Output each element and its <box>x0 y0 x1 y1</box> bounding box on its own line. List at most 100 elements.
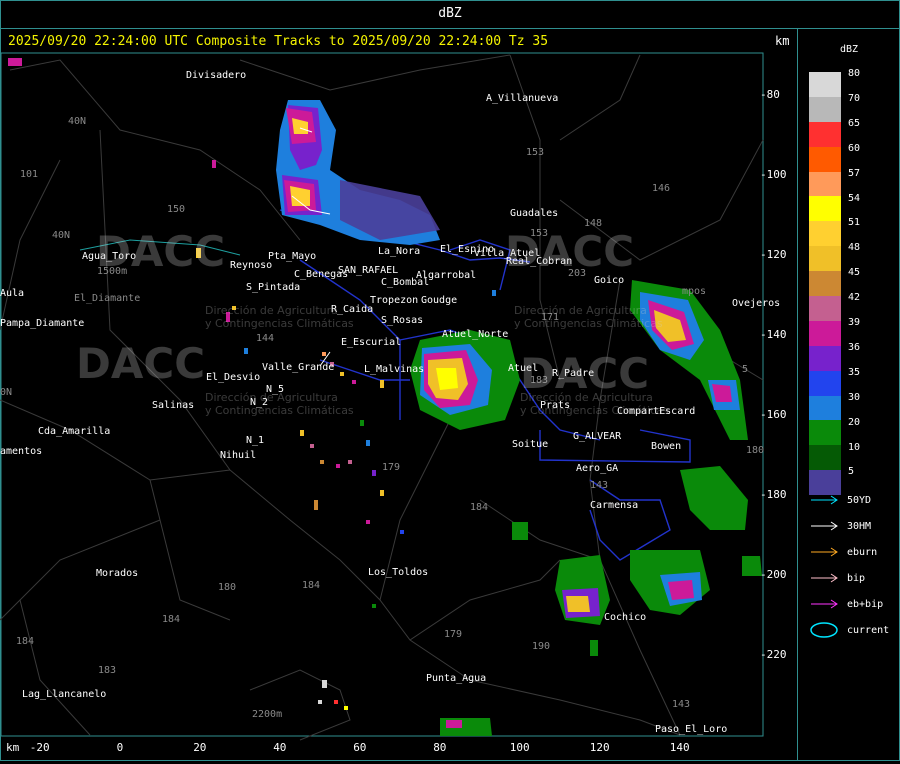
dbz-swatch <box>809 171 841 197</box>
road-number-label: 40N <box>68 116 87 127</box>
dbz-value-label: 10 <box>848 441 861 453</box>
dbz-value-label: 5 <box>848 466 855 478</box>
storm-cell-north[interactable] <box>276 100 440 245</box>
track-legend-label: current <box>847 624 890 636</box>
y-tick-label: -80 <box>760 88 780 101</box>
dbz-swatch <box>809 320 841 346</box>
y-tick-label: -120 <box>760 248 787 261</box>
track-legend-label: eburn <box>847 546 878 558</box>
watermark-logo: DACC <box>505 227 635 276</box>
radar-map-canvas <box>0 52 764 741</box>
dbz-swatch <box>809 221 841 247</box>
watermark-logo: DACC <box>96 227 226 276</box>
x-tick-label: 80 <box>433 741 447 754</box>
place-label: Cochico <box>604 612 647 623</box>
road-number-label: 183 <box>98 665 117 676</box>
watermark-logo: DACC <box>76 339 206 388</box>
track-legend-label: eb+bip <box>847 598 884 610</box>
road-number-label: 101 <box>20 169 39 180</box>
place-label: Tropezon <box>370 295 419 306</box>
dbz-value-label: 45 <box>848 267 861 279</box>
dbz-swatch <box>809 296 841 321</box>
road-number-label: 5 <box>742 364 749 375</box>
dbz-swatch <box>809 96 841 122</box>
y-tick-label: -180 <box>760 488 787 501</box>
x-tick-label: 100 <box>509 741 530 754</box>
storm-cell-central[interactable] <box>410 330 520 430</box>
place-label: Atuel_Norte <box>442 329 509 340</box>
road-number-label: El_Diamante <box>74 293 141 304</box>
place-label: Salinas <box>152 400 195 411</box>
place-label: Valle_Grande <box>262 362 335 373</box>
place-label: Bowen <box>651 441 682 452</box>
watermark-2: DACC <box>505 227 634 276</box>
legend-separator <box>797 29 798 760</box>
place-label: E_Escurial <box>341 337 402 348</box>
place-label: La_Nora <box>378 246 421 257</box>
dbz-swatch <box>809 420 841 446</box>
x-tick-label: 20 <box>193 741 207 754</box>
storm-cell-southeast[interactable] <box>512 466 762 625</box>
radar-map[interactable]: Divisadero A_Villanueva Guadales Agua_Toro R… <box>0 29 797 760</box>
place-label: Aero_GA <box>576 463 619 474</box>
place-label: Algarrobal <box>416 270 477 281</box>
place-label: Pta_Mayo <box>268 251 317 262</box>
place-label: Carmensa <box>590 500 639 511</box>
watermark-3: DACC <box>76 339 205 388</box>
dbz-swatch <box>809 345 841 371</box>
dbz-value-label: 60 <box>848 142 861 154</box>
track-legend-label: bip <box>847 572 866 584</box>
place-label: Los_Toldos <box>368 567 429 578</box>
dbz-value-label: 57 <box>848 167 861 179</box>
y-tick-label: -140 <box>760 328 787 341</box>
x-tick-label: -20 <box>29 741 50 754</box>
road-number-label: 190 <box>532 641 551 652</box>
dbz-swatch <box>809 271 841 297</box>
track-arrow-icon <box>811 547 838 557</box>
road-number-label: 40N <box>52 230 71 241</box>
x-tick-label: 60 <box>353 741 367 754</box>
composite-tracks-subtitle: 2025/09/20 22:24:00 UTC Composite Tracks… <box>8 34 549 49</box>
place-label: L_Malvinas <box>364 364 425 375</box>
road-number-label: 184 <box>302 580 321 591</box>
km-unit-top: km <box>775 34 790 48</box>
panel-title: dBZ <box>0 0 900 29</box>
watermark-1: DACC <box>96 227 225 276</box>
track-legend-label: 50YD <box>847 494 872 506</box>
dbz-color-scale <box>809 72 841 496</box>
place-label: Nihuil <box>220 450 257 461</box>
dbz-value-label: 65 <box>848 117 861 129</box>
place-label: Aula <box>0 288 25 299</box>
storm-cell-south[interactable] <box>440 718 492 736</box>
dbz-swatch <box>809 370 841 396</box>
place-label: N_1 <box>246 435 265 446</box>
place-label: Morados <box>96 568 139 579</box>
dbz-swatch <box>809 445 841 471</box>
place-label: Pampa_Diamante <box>0 318 85 329</box>
watermark-line2: y Contingencias Climáticas <box>205 317 354 330</box>
y-tick-label: -220 <box>760 648 787 661</box>
dbz-value-label: 36 <box>848 341 861 353</box>
road-number-label: 179 <box>444 629 463 640</box>
dbz-swatch <box>809 196 841 222</box>
place-label: G_ALVEAR <box>573 431 622 442</box>
current-ellipse-icon <box>810 622 838 638</box>
dbz-value-label: 39 <box>848 317 861 328</box>
place-label: S_Pintada <box>246 282 301 293</box>
track-arrow-icon <box>811 599 838 609</box>
place-label: Goico <box>594 275 625 286</box>
road-number-label: 146 <box>652 183 671 194</box>
road-number-label: 143 <box>672 699 691 710</box>
watermark-line1: Dirección de Agricultura <box>514 304 647 317</box>
dbz-swatch <box>809 72 841 97</box>
place-label: Lag_Llancanelo <box>22 689 107 700</box>
dbz-value-label: 80 <box>848 68 861 79</box>
dbz-swatch <box>809 121 841 147</box>
track-arrow-icon <box>811 495 838 505</box>
x-tick-label: 120 <box>589 741 610 754</box>
dbz-value-label: 48 <box>848 242 861 254</box>
track-legend-item: 30HM <box>809 518 871 534</box>
place-label: Paso_El_Loro <box>655 724 728 735</box>
track-legend-label: 30HM <box>847 520 872 532</box>
road-number-label: 143 <box>590 480 609 491</box>
